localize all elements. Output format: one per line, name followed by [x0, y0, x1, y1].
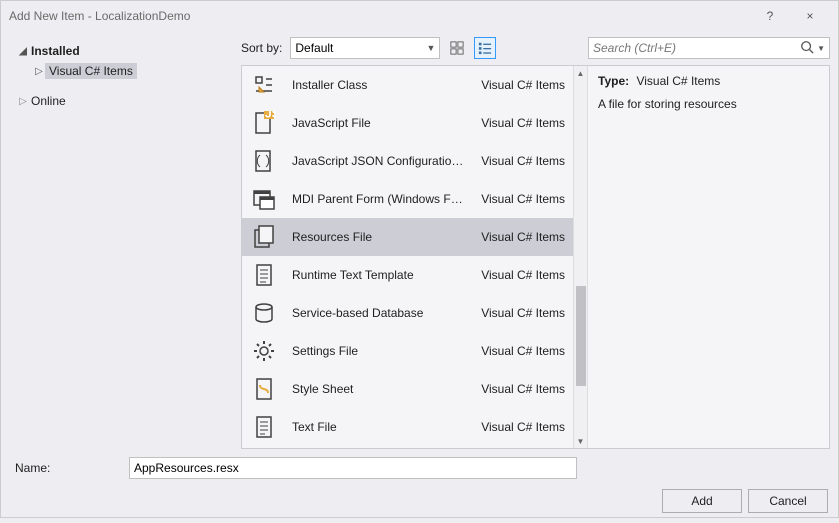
dropdown-arrow-icon: ▼ — [817, 44, 825, 53]
sort-value: Default — [295, 41, 333, 55]
list-item-selected[interactable]: Resources File Visual C# Items — [242, 218, 573, 256]
tree-online[interactable]: ▷ Online — [15, 91, 237, 111]
text-file-icon — [250, 413, 278, 441]
view-tiles-button[interactable] — [446, 37, 468, 59]
list-item[interactable]: MDI Parent Form (Windows For... Visual C… — [242, 180, 573, 218]
cancel-button[interactable]: Cancel — [748, 489, 828, 513]
svg-text:JS: JS — [265, 111, 276, 121]
add-button[interactable]: Add — [662, 489, 742, 513]
name-input[interactable] — [129, 457, 577, 479]
list-item[interactable]: Installer Class Visual C# Items — [242, 66, 573, 104]
resources-file-icon — [250, 223, 278, 251]
window-title: Add New Item - LocalizationDemo — [9, 9, 750, 23]
detail-type-value: Visual C# Items — [636, 74, 720, 88]
list-item[interactable]: Service-based Database Visual C# Items — [242, 294, 573, 332]
toolbar: Sort by: Default ▼ ▼ — [241, 35, 830, 65]
tree-csharp-items[interactable]: ▷ Visual C# Items — [15, 61, 237, 81]
list-item[interactable]: Text File Visual C# Items — [242, 408, 573, 446]
list-item[interactable]: Runtime Text Template Visual C# Items — [242, 256, 573, 294]
detail-pane: Type: Visual C# Items A file for storing… — [587, 66, 829, 448]
name-label: Name: — [11, 461, 117, 475]
chevron-right-icon: ▷ — [17, 96, 29, 107]
installer-class-icon — [250, 71, 278, 99]
settings-icon — [250, 337, 278, 365]
footer: Add Cancel — [1, 483, 838, 523]
sort-dropdown[interactable]: Default ▼ — [290, 37, 440, 59]
list-item[interactable]: JS JavaScript File Visual C# Items — [242, 104, 573, 142]
name-row: Name: — [1, 449, 838, 483]
chevron-down-icon: ▼ — [426, 43, 435, 53]
scroll-thumb[interactable] — [576, 286, 586, 386]
chevron-down-icon: ◢ — [17, 46, 29, 57]
json-config-icon — [250, 147, 278, 175]
tiles-icon — [450, 41, 464, 55]
view-list-button[interactable] — [474, 37, 496, 59]
database-icon — [250, 299, 278, 327]
tree-installed[interactable]: ◢ Installed — [15, 41, 237, 61]
sort-label: Sort by: — [241, 41, 282, 55]
detail-type-label: Type: — [598, 74, 629, 88]
template-list: Installer Class Visual C# Items JS JavaS… — [242, 66, 573, 448]
scrollbar[interactable]: ▲ ▼ — [573, 66, 587, 448]
close-button[interactable]: × — [790, 2, 830, 30]
search-box[interactable]: ▼ — [588, 37, 830, 59]
list-item[interactable]: Settings File Visual C# Items — [242, 332, 573, 370]
text-template-icon — [250, 261, 278, 289]
search-icon — [800, 40, 814, 57]
chevron-right-icon: ▷ — [33, 66, 45, 77]
list-item[interactable]: JavaScript JSON Configuration F... Visua… — [242, 142, 573, 180]
scroll-up-icon[interactable]: ▲ — [574, 66, 587, 80]
help-button[interactable]: ? — [750, 2, 790, 30]
scroll-down-icon[interactable]: ▼ — [574, 434, 587, 448]
detail-description: A file for storing resources — [598, 96, 819, 113]
list-icon — [478, 41, 492, 55]
search-input[interactable] — [593, 41, 800, 55]
mdi-form-icon — [250, 185, 278, 213]
list-item[interactable]: Style Sheet Visual C# Items — [242, 370, 573, 408]
titlebar: Add New Item - LocalizationDemo ? × — [1, 1, 838, 31]
stylesheet-icon — [250, 375, 278, 403]
javascript-file-icon: JS — [250, 109, 278, 137]
category-tree: ◢ Installed ▷ Visual C# Items ▷ Online — [9, 35, 241, 449]
